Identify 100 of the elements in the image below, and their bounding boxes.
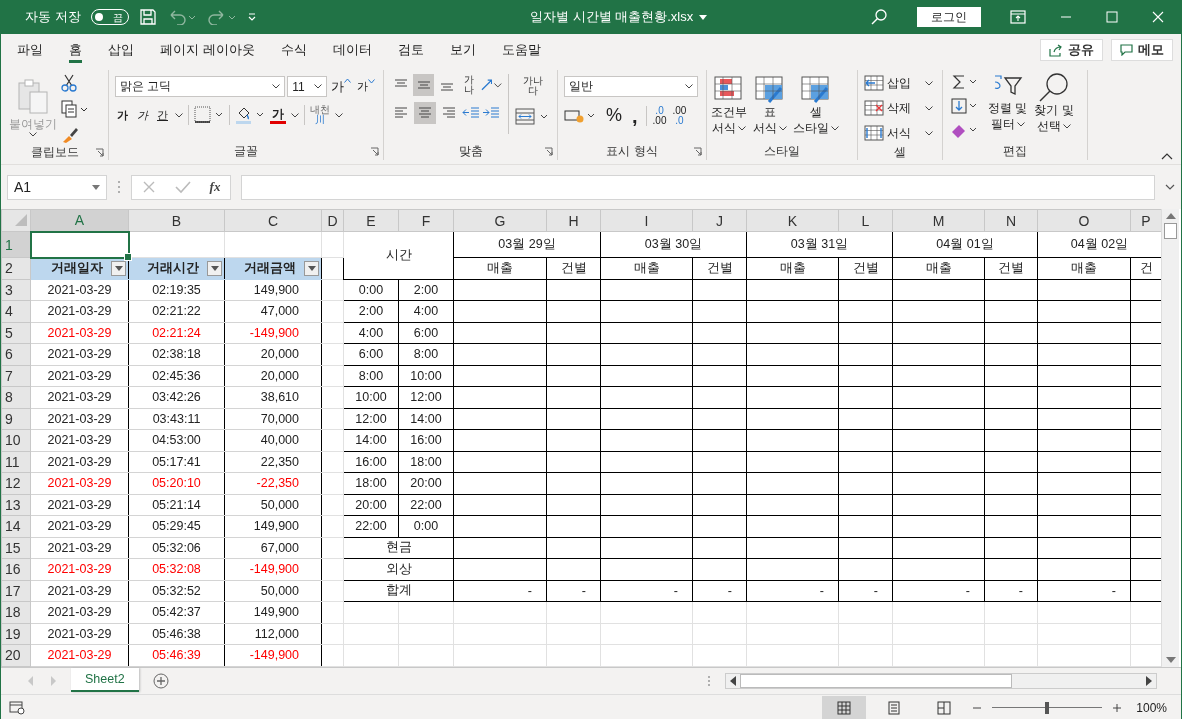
grow-font-button[interactable]: 가 xyxy=(329,77,353,96)
caret-icon[interactable] xyxy=(1063,123,1071,129)
italic-button[interactable]: 가 xyxy=(135,107,150,123)
fill-down-icon[interactable] xyxy=(951,98,979,114)
column-header[interactable]: J xyxy=(692,209,747,232)
dialog-launcher-icon[interactable] xyxy=(95,148,104,157)
column-header[interactable]: B xyxy=(128,209,225,232)
window-title[interactable]: 일자별 시간별 매출현황.xlsx xyxy=(530,8,694,26)
comma-button[interactable]: , xyxy=(630,107,640,124)
caret-icon[interactable] xyxy=(29,131,37,137)
format-cells-icon[interactable] xyxy=(864,125,884,141)
paintbrush-icon[interactable] xyxy=(61,126,79,144)
row-header[interactable]: 19 xyxy=(1,623,31,645)
scroll-thumb[interactable] xyxy=(1164,223,1177,239)
comments-button[interactable]: 메모 xyxy=(1111,39,1173,61)
row-header[interactable]: 9 xyxy=(1,408,31,430)
add-sheet-icon[interactable] xyxy=(152,673,169,689)
login-button[interactable]: 로그인 xyxy=(917,7,981,27)
slider-thumb[interactable] xyxy=(1045,701,1050,714)
caret-icon[interactable] xyxy=(831,125,839,131)
row-header[interactable]: 17 xyxy=(1,580,31,602)
ribbon-tab[interactable]: 파일 xyxy=(5,36,55,64)
caret-icon[interactable] xyxy=(925,80,933,86)
row-header[interactable]: 12 xyxy=(1,472,31,494)
sort-filter-button[interactable]: 정렬 및 필터 xyxy=(986,70,1030,134)
row-header[interactable]: 3 xyxy=(1,279,31,301)
row-header[interactable]: 14 xyxy=(1,515,31,537)
column-header[interactable]: P xyxy=(1130,209,1161,232)
caret-icon[interactable] xyxy=(699,14,708,20)
font-size-field[interactable]: 11 xyxy=(287,76,327,97)
sheet-tab[interactable]: Sheet2 xyxy=(71,668,139,692)
caret-icon[interactable] xyxy=(307,265,316,271)
insert-function-button[interactable]: fx xyxy=(209,179,221,195)
cell-styles-button[interactable]: 셀 스타일 xyxy=(791,74,841,138)
name-box[interactable]: A1 xyxy=(7,174,107,200)
formula-input[interactable] xyxy=(241,174,1155,200)
search-icon[interactable] xyxy=(1038,72,1070,102)
bold-button[interactable]: 가 xyxy=(115,107,130,123)
column-header[interactable]: M xyxy=(892,209,985,232)
ribbon-tab[interactable]: 도움말 xyxy=(489,36,553,64)
customize-toolbar-icon[interactable] xyxy=(246,12,257,22)
cut-icon[interactable] xyxy=(61,74,77,92)
close-icon[interactable] xyxy=(1152,11,1164,23)
column-header[interactable]: N xyxy=(984,209,1038,232)
normal-view-button[interactable] xyxy=(822,695,867,719)
filter-button[interactable] xyxy=(111,261,126,276)
row-header[interactable]: 5 xyxy=(1,322,31,344)
column-header[interactable]: D xyxy=(321,209,344,232)
column-header[interactable]: C xyxy=(224,209,322,232)
caret-icon[interactable] xyxy=(779,125,787,131)
ribbon-tab[interactable]: 검토 xyxy=(385,36,436,64)
column-header[interactable]: E xyxy=(343,209,399,232)
scroll-thumb[interactable] xyxy=(740,674,1012,688)
row-header[interactable]: 10 xyxy=(1,429,31,451)
row-header[interactable]: 15 xyxy=(1,537,31,559)
underline-button[interactable]: 간 xyxy=(155,107,170,123)
zoom-level[interactable]: 100% xyxy=(1136,700,1167,715)
eraser-icon[interactable] xyxy=(951,122,979,138)
dialog-launcher-icon[interactable] xyxy=(693,147,702,156)
ribbon-tab[interactable]: 데이터 xyxy=(320,36,384,64)
caret-icon[interactable] xyxy=(494,82,502,88)
font-color-button[interactable]: 가 xyxy=(270,106,286,124)
column-header[interactable]: K xyxy=(746,209,839,232)
format-cells-button[interactable]: 서식 xyxy=(864,122,936,144)
caret-icon[interactable] xyxy=(314,84,322,89)
scroll-up-icon[interactable] xyxy=(1165,213,1176,219)
row-header[interactable]: 4 xyxy=(1,300,31,322)
filter-button[interactable] xyxy=(207,260,222,276)
find-select-button[interactable]: 찾기 및 선택 xyxy=(1032,70,1076,136)
phonetic-guide-button[interactable]: 내천 川 xyxy=(310,105,330,125)
maximize-icon[interactable] xyxy=(1106,11,1118,23)
ribbon-tab[interactable]: 홈 xyxy=(57,36,94,64)
number-format-field[interactable]: 일반 xyxy=(564,76,698,97)
wrap-text-button[interactable]: 가나 다 xyxy=(515,74,551,98)
shrink-font-button[interactable]: 가 xyxy=(355,79,377,94)
zoom-in-icon[interactable] xyxy=(1112,702,1123,713)
scroll-left-icon[interactable] xyxy=(730,676,736,686)
insert-cells-icon[interactable] xyxy=(864,75,884,91)
redo-icon[interactable] xyxy=(206,9,237,25)
caret-icon[interactable] xyxy=(92,184,100,190)
decrease-decimal-button[interactable]: .00 .0 xyxy=(672,105,687,126)
percent-button[interactable]: % xyxy=(604,105,624,126)
share-button[interactable]: 공유 xyxy=(1040,39,1103,61)
row-header[interactable]: 13 xyxy=(1,494,31,516)
clipboard-icon[interactable] xyxy=(16,77,50,116)
orientation-button[interactable]: 가나 xyxy=(459,75,502,95)
search-icon[interactable] xyxy=(870,8,888,26)
insert-cells-button[interactable]: 삽입 xyxy=(864,72,936,94)
delete-cells-button[interactable]: 삭제 xyxy=(864,97,936,119)
grid-icon[interactable] xyxy=(837,700,852,715)
ribbon-display-icon[interactable] xyxy=(1010,10,1026,24)
save-icon[interactable] xyxy=(138,8,157,26)
page-icon[interactable] xyxy=(887,700,902,715)
row-header[interactable]: 16 xyxy=(1,558,31,580)
increase-decimal-button[interactable]: .0 .00 xyxy=(652,105,667,126)
macro-record-icon[interactable] xyxy=(9,700,25,715)
increase-indent-icon[interactable] xyxy=(482,106,500,120)
ribbon-tab[interactable]: 삽입 xyxy=(96,36,146,64)
caret-icon[interactable] xyxy=(738,125,746,131)
caret-icon[interactable] xyxy=(1016,121,1025,127)
